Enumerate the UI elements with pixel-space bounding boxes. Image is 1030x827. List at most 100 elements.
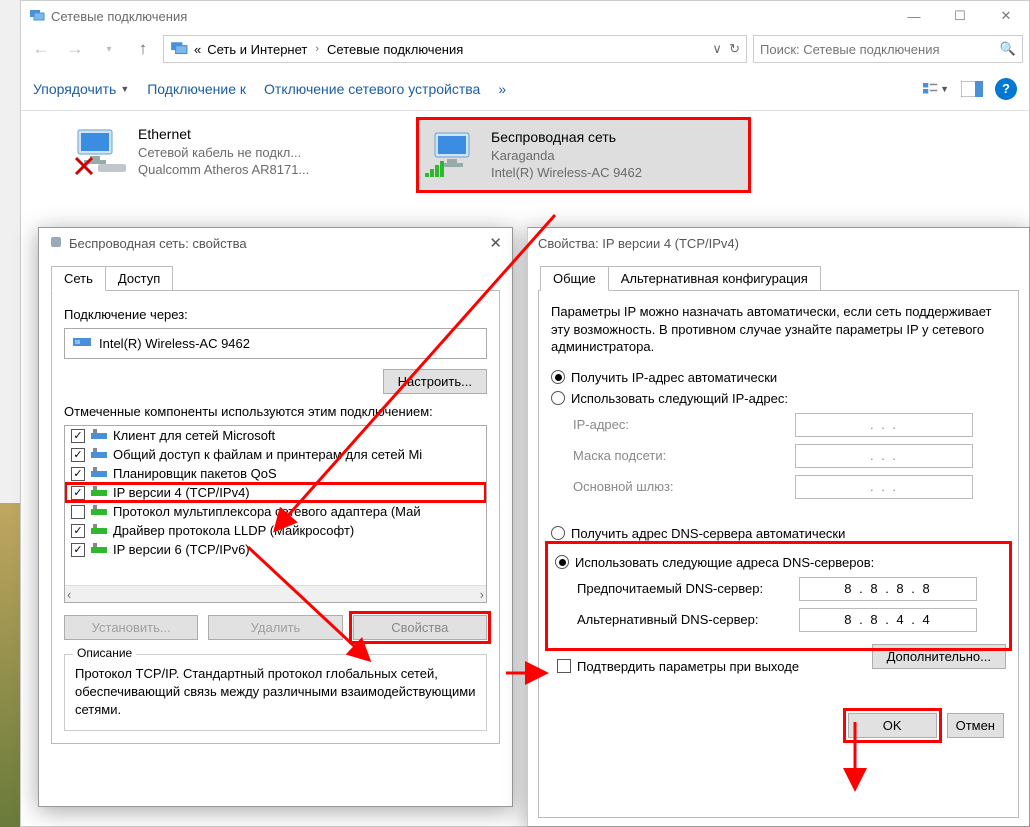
- address-bar: ← → ▾ ↑ « Сеть и Интернет › Сетевые подк…: [21, 31, 1029, 67]
- breadcrumb-prefix: «: [194, 42, 201, 57]
- checkbox-icon[interactable]: [71, 429, 85, 443]
- search-icon[interactable]: 🔍: [1000, 41, 1016, 57]
- nav-history-button[interactable]: ▾: [95, 35, 123, 63]
- help-icon[interactable]: ?: [995, 78, 1017, 100]
- checkbox-icon[interactable]: [71, 467, 85, 481]
- nav-forward-button[interactable]: →: [61, 35, 89, 63]
- close-button[interactable]: ✕: [983, 1, 1029, 31]
- component-row[interactable]: Протокол мультиплексора сетевого адаптер…: [65, 502, 486, 521]
- component-label: Драйвер протокола LLDP (Майкрософт): [113, 523, 354, 538]
- radio-icon: [555, 555, 569, 569]
- component-row[interactable]: Клиент для сетей Microsoft: [65, 426, 486, 445]
- component-icon: [91, 448, 107, 462]
- connection-ethernet[interactable]: Ethernet Сетевой кабель не подкл... Qual…: [66, 117, 416, 187]
- minimize-button[interactable]: ―: [891, 1, 937, 31]
- nav-back-button[interactable]: ←: [27, 35, 55, 63]
- component-row[interactable]: IP версии 4 (TCP/IPv4): [65, 483, 486, 502]
- component-label: IP версии 6 (TCP/IPv6): [113, 542, 250, 557]
- checkbox-icon[interactable]: [71, 505, 85, 519]
- ipv4-properties-dialog: Свойства: IP версии 4 (TCP/IPv4) Общие А…: [527, 227, 1030, 827]
- desktop-wallpaper-strip: [0, 503, 20, 827]
- component-icon: [91, 486, 107, 500]
- horizontal-scrollbar[interactable]: ‹›: [65, 585, 486, 602]
- description-group: Описание Протокол TCP/IP. Стандартный пр…: [64, 654, 487, 731]
- intro-text: Параметры IP можно назначать автоматичес…: [551, 303, 1006, 356]
- properties-button[interactable]: Свойства: [353, 615, 487, 640]
- radio-icon: [551, 526, 565, 540]
- breadcrumb[interactable]: « Сеть и Интернет › Сетевые подключения …: [163, 35, 747, 63]
- preview-pane-icon[interactable]: [959, 77, 985, 101]
- component-row[interactable]: Драйвер протокола LLDP (Майкрософт): [65, 521, 486, 540]
- window-title: Сетевые подключения: [51, 9, 891, 24]
- ip-address-field[interactable]: . . .: [795, 413, 973, 437]
- component-label: Клиент для сетей Microsoft: [113, 428, 275, 443]
- view-options-icon[interactable]: ▼: [923, 77, 949, 101]
- radio-manual-ip[interactable]: Использовать следующий IP-адрес:: [551, 391, 1006, 406]
- preferred-dns-field[interactable]: 8 . 8 . 8 . 8: [799, 577, 977, 601]
- cancel-button[interactable]: Отмен: [947, 713, 1004, 738]
- wireless-icon: [425, 131, 481, 179]
- window-controls: ― ☐ ✕: [891, 1, 1029, 31]
- tab-alternate[interactable]: Альтернативная конфигурация: [608, 266, 821, 291]
- connect-via-label: Подключение через:: [64, 307, 487, 322]
- ok-button[interactable]: OK: [848, 713, 937, 738]
- components-list[interactable]: Клиент для сетей Microsoft Общий доступ …: [64, 425, 487, 603]
- connection-status: Karaganda: [491, 147, 642, 165]
- dialog-tabs: Общие Альтернативная конфигурация: [528, 258, 1029, 291]
- breadcrumb-item[interactable]: Сеть и Интернет: [207, 42, 307, 57]
- dialog-title: Свойства: IP версии 4 (TCP/IPv4): [528, 228, 1029, 258]
- maximize-button[interactable]: ☐: [937, 1, 983, 31]
- checkbox-icon[interactable]: [71, 448, 85, 462]
- alternate-dns-field[interactable]: 8 . 8 . 4 . 4: [799, 608, 977, 632]
- component-icon: [91, 467, 107, 481]
- component-icon: [91, 543, 107, 557]
- toolbar: Упорядочить▼ Подключение к Отключение се…: [21, 67, 1029, 111]
- advanced-button[interactable]: Дополнительно...: [872, 644, 1006, 669]
- configure-button[interactable]: Настроить...: [383, 369, 487, 394]
- checkbox-icon[interactable]: [71, 486, 85, 500]
- subnet-mask-field[interactable]: . . .: [795, 444, 973, 468]
- component-label: Протокол мультиплексора сетевого адаптер…: [113, 504, 421, 519]
- remove-button[interactable]: Удалить: [208, 615, 342, 640]
- organize-button[interactable]: Упорядочить▼: [33, 81, 129, 97]
- gateway-field[interactable]: . . .: [795, 475, 973, 499]
- connection-device: Intel(R) Wireless-AC 9462: [491, 164, 642, 182]
- radio-auto-ip[interactable]: Получить IP-адрес автоматически: [551, 370, 1006, 385]
- radio-auto-dns[interactable]: Получить адрес DNS-сервера автоматически: [551, 526, 1006, 541]
- component-row[interactable]: Планировщик пакетов QoS: [65, 464, 486, 483]
- checkbox-icon[interactable]: [71, 543, 85, 557]
- tab-network[interactable]: Сеть: [51, 266, 106, 291]
- search-input[interactable]: [760, 42, 1000, 57]
- component-row[interactable]: Общий доступ к файлам и принтерам для се…: [65, 445, 486, 464]
- dialog-close-button[interactable]: ✕: [489, 234, 502, 252]
- titlebar: Сетевые подключения ― ☐ ✕: [21, 1, 1029, 31]
- dns-block: Использовать следующие адреса DNS-сервер…: [551, 547, 1006, 645]
- component-label: Общий доступ к файлам и принтерам для се…: [113, 447, 422, 462]
- checkbox-icon[interactable]: [71, 524, 85, 538]
- tab-general[interactable]: Общие: [540, 266, 609, 291]
- component-label: Планировщик пакетов QoS: [113, 466, 277, 481]
- breadcrumb-item[interactable]: Сетевые подключения: [327, 42, 463, 57]
- component-row[interactable]: IP версии 6 (TCP/IPv6): [65, 540, 486, 559]
- dialog-title: Беспроводная сеть: свойства ✕: [39, 228, 512, 258]
- connection-name: Беспроводная сеть: [491, 128, 642, 147]
- description-text: Протокол TCP/IP. Стандартный протокол гл…: [75, 665, 476, 720]
- connection-wireless[interactable]: Беспроводная сеть Karaganda Intel(R) Wir…: [416, 117, 751, 193]
- ethernet-icon: [72, 128, 128, 176]
- connection-device: Qualcomm Atheros AR8171...: [138, 161, 309, 179]
- nav-up-button[interactable]: ↑: [129, 35, 157, 63]
- disable-device-button[interactable]: Отключение сетевого устройства: [264, 81, 480, 97]
- adapter-field: Intel(R) Wireless-AC 9462: [64, 328, 487, 359]
- install-button[interactable]: Установить...: [64, 615, 198, 640]
- connect-to-button[interactable]: Подключение к: [147, 81, 246, 97]
- refresh-dropdown-icon[interactable]: ∨ ↻: [712, 41, 740, 57]
- component-icon: [91, 524, 107, 538]
- components-label: Отмеченные компоненты используются этим …: [64, 404, 487, 419]
- adapter-icon: [49, 235, 63, 252]
- radio-manual-dns[interactable]: Использовать следующие адреса DNS-сервер…: [555, 555, 1002, 570]
- radio-icon: [551, 391, 565, 405]
- tab-access[interactable]: Доступ: [105, 266, 173, 291]
- search-box[interactable]: 🔍: [753, 35, 1023, 63]
- network-connections-icon: [170, 40, 188, 58]
- toolbar-more-button[interactable]: »: [498, 81, 506, 97]
